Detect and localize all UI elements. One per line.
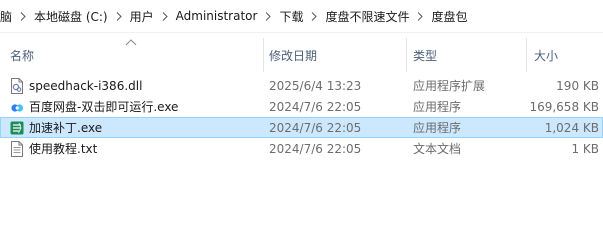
file-name-cell: 使用教程.txt <box>10 138 97 159</box>
file-type: 应用程序 <box>413 121 462 135</box>
file-size: 169,658 KB <box>529 99 599 114</box>
file-size: 190 KB <box>556 78 599 93</box>
breadcrumb-item-local-disk[interactable]: 本地磁盘 (C:) <box>28 8 114 25</box>
file-date: 2024/7/6 22:05 <box>269 99 362 114</box>
file-row[interactable]: speedhack-i386.dll 2025/6/4 13:23 应用程序扩展… <box>0 75 603 96</box>
baidu-netdisk-icon <box>10 99 24 115</box>
file-date: 2024/7/6 22:05 <box>269 141 362 156</box>
file-type: 应用程序扩展 <box>413 79 486 93</box>
column-header-date[interactable]: 修改日期 <box>269 38 317 72</box>
sort-ascending-icon <box>125 39 137 46</box>
breadcrumb-item-users[interactable]: 用户 <box>124 8 160 25</box>
file-name: 百度网盘-双击即可运行.exe <box>29 100 179 114</box>
chevron-right-icon[interactable] <box>114 0 124 32</box>
file-date: 2025/6/4 13:23 <box>269 78 362 93</box>
file-name-cell: 百度网盘-双击即可运行.exe <box>10 96 178 117</box>
chevron-right-icon[interactable] <box>18 0 28 32</box>
breadcrumb-item-current[interactable]: 度盘包 <box>425 8 473 25</box>
file-type: 应用程序 <box>413 100 462 114</box>
file-name-cell: 加速补丁.exe <box>10 117 102 138</box>
chevron-right-icon[interactable] <box>160 0 170 32</box>
column-header-name[interactable]: 名称 <box>10 38 34 72</box>
file-name-cell: speedhack-i386.dll <box>10 75 142 96</box>
chevron-right-icon[interactable] <box>309 0 319 32</box>
file-row[interactable]: 使用教程.txt 2024/7/6 22:05 文本文档 1 KB <box>0 138 603 159</box>
file-name: speedhack-i386.dll <box>29 78 143 93</box>
breadcrumb-item-folder[interactable]: 度盘不限速文件 <box>319 8 415 25</box>
dll-file-icon <box>10 77 24 94</box>
file-date: 2024/7/6 22:05 <box>269 120 362 135</box>
breadcrumb-item-downloads[interactable]: 下载 <box>273 8 309 25</box>
column-divider[interactable] <box>263 38 264 72</box>
text-file-icon <box>10 140 24 157</box>
chevron-right-icon[interactable] <box>415 0 425 32</box>
file-name: 使用教程.txt <box>29 142 98 156</box>
column-divider[interactable] <box>526 38 527 72</box>
breadcrumb-item-this-pc[interactable]: 脑 <box>0 8 18 25</box>
column-divider[interactable] <box>406 38 407 72</box>
column-header-size[interactable]: 大小 <box>534 38 558 72</box>
speed-patch-icon <box>10 120 24 136</box>
file-row[interactable]: 百度网盘-双击即可运行.exe 2024/7/6 22:05 应用程序 169,… <box>0 96 603 117</box>
file-size: 1 KB <box>571 141 599 156</box>
breadcrumb-item-administrator[interactable]: Administrator <box>170 9 264 23</box>
file-row-selected[interactable]: 加速补丁.exe 2024/7/6 22:05 应用程序 1,024 KB <box>0 117 603 138</box>
file-size: 1,024 KB <box>544 120 599 135</box>
column-header-row: 名称 修改日期 类型 大小 <box>0 38 603 72</box>
column-header-type[interactable]: 类型 <box>413 38 437 72</box>
breadcrumb: 脑 本地磁盘 (C:) 用户 Administrator 下载 度盘不限速文件 … <box>0 0 603 33</box>
file-name: 加速补丁.exe <box>29 121 103 135</box>
chevron-right-icon[interactable] <box>263 0 273 32</box>
file-type: 文本文档 <box>413 142 462 156</box>
